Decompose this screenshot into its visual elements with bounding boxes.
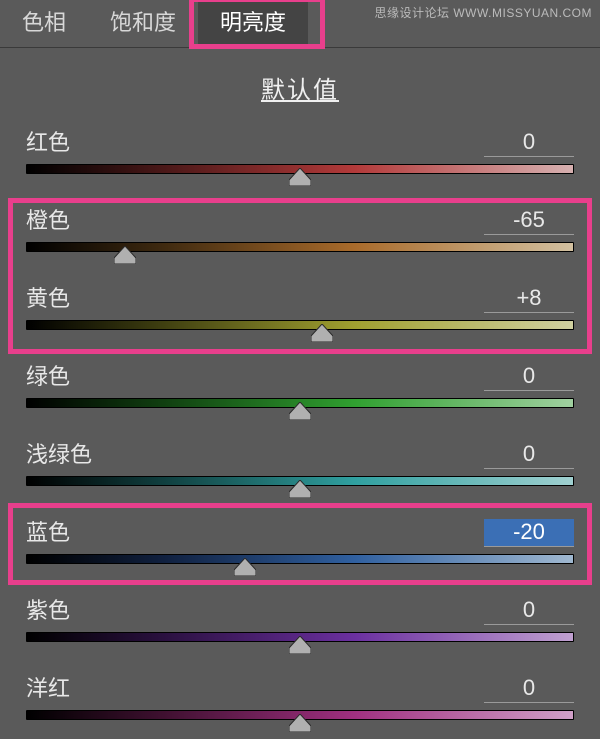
slider-value-yellow[interactable]: +8: [484, 285, 574, 313]
slider-value-magenta[interactable]: 0: [484, 675, 574, 703]
slider-thumb-magenta[interactable]: [289, 714, 311, 732]
slider-thumb-purple[interactable]: [289, 636, 311, 654]
slider-row-magenta: 洋红 0: [26, 669, 574, 737]
slider-track-magenta[interactable]: [26, 707, 574, 737]
slider-track-aqua[interactable]: [26, 473, 574, 503]
slider-thumb-yellow[interactable]: [311, 324, 333, 342]
slider-value-blue[interactable]: -20: [484, 519, 574, 547]
slider-label-orange: 橙色: [26, 203, 70, 235]
slider-thumb-blue[interactable]: [234, 558, 256, 576]
slider-track-purple[interactable]: [26, 629, 574, 659]
slider-thumb-orange[interactable]: [114, 246, 136, 264]
slider-label-magenta: 洋红: [26, 671, 70, 703]
default-row: 默认值: [0, 48, 600, 123]
slider-row-blue: 蓝色 -20: [26, 513, 574, 581]
slider-label-purple: 紫色: [26, 593, 70, 625]
default-preset-link[interactable]: 默认值: [261, 77, 339, 104]
tab-saturation[interactable]: 饱和度: [88, 0, 198, 47]
slider-thumb-green[interactable]: [289, 402, 311, 420]
watermark-text: 思缘设计论坛 WWW.MISSYUAN.COM: [375, 4, 593, 21]
tab-luminance[interactable]: 明亮度: [198, 0, 308, 47]
slider-label-blue: 蓝色: [26, 515, 70, 547]
slider-row-orange: 橙色 -65: [26, 201, 574, 269]
slider-label-yellow: 黄色: [26, 281, 70, 313]
slider-value-red[interactable]: 0: [484, 129, 574, 157]
slider-value-orange[interactable]: -65: [484, 207, 574, 235]
tab-hue[interactable]: 色相: [0, 0, 88, 47]
slider-row-yellow: 黄色 +8: [26, 279, 574, 347]
slider-track-green[interactable]: [26, 395, 574, 425]
slider-row-green: 绿色 0: [26, 357, 574, 425]
slider-track-orange[interactable]: [26, 239, 574, 269]
slider-value-green[interactable]: 0: [484, 363, 574, 391]
slider-thumb-aqua[interactable]: [289, 480, 311, 498]
slider-track-blue[interactable]: [26, 551, 574, 581]
slider-label-green: 绿色: [26, 359, 70, 391]
slider-label-aqua: 浅绿色: [26, 437, 92, 469]
slider-track-yellow[interactable]: [26, 317, 574, 347]
slider-row-aqua: 浅绿色 0: [26, 435, 574, 503]
slider-thumb-red[interactable]: [289, 168, 311, 186]
slider-track-red[interactable]: [26, 161, 574, 191]
slider-row-purple: 紫色 0: [26, 591, 574, 659]
slider-label-red: 红色: [26, 125, 70, 157]
slider-value-aqua[interactable]: 0: [484, 441, 574, 469]
slider-value-purple[interactable]: 0: [484, 597, 574, 625]
sliders-panel: 红色 0 橙色 -65 黄色 +8 绿色 0 浅绿色 0 蓝色 -20 紫色 0 洋红 0: [0, 123, 600, 737]
slider-row-red: 红色 0: [26, 123, 574, 191]
